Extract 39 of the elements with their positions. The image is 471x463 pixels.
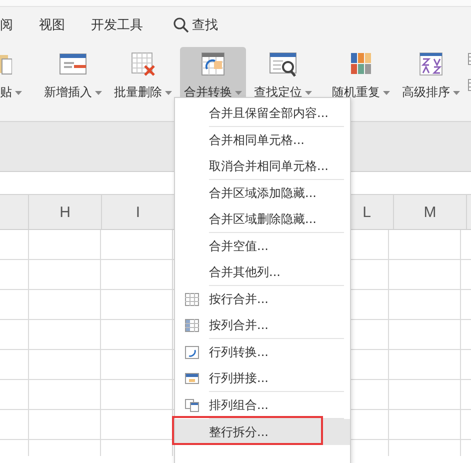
menu-item[interactable]: 按行合并... (175, 286, 350, 312)
merge-table-icon (200, 51, 226, 77)
column-header: M (394, 195, 467, 229)
ribbon-button[interactable]: 新增插入 (40, 47, 106, 105)
transpose-icon (185, 346, 199, 358)
menu-item[interactable]: 行列转换... (175, 339, 350, 365)
caret-icon (235, 90, 242, 94)
ribbon-button[interactable]: 贴 (0, 47, 26, 105)
table-rows-icon (185, 292, 199, 306)
join-rows-icon (185, 372, 199, 384)
search-button[interactable]: 查找 (173, 16, 218, 34)
search-icon (173, 17, 189, 33)
color-blocks-icon (349, 51, 373, 77)
caret-icon (305, 90, 312, 94)
ribbon-tab[interactable]: 开发工具 (91, 16, 143, 34)
caret-icon (95, 90, 102, 94)
ribbon-tab[interactable]: 阅 (0, 16, 13, 34)
table-search-icon (269, 51, 297, 77)
ribbon-button[interactable]: 高级排序 (398, 47, 464, 105)
caret-icon (165, 90, 172, 94)
form-icon (59, 51, 87, 77)
menu-item[interactable]: 合并其他列... (175, 259, 350, 285)
caret-icon (383, 90, 390, 94)
menu-item[interactable]: 合并空值... (175, 233, 350, 259)
menu-item[interactable]: 整行拆分... (175, 419, 350, 445)
ribbon-button[interactable]: 批量删除 (110, 47, 176, 105)
ribbon-tab[interactable]: 视图 (39, 16, 65, 34)
sort-icon (419, 51, 443, 77)
table-columns-icon (185, 318, 199, 332)
menu-item[interactable]: 合并相同单元格... (175, 127, 350, 153)
table-delete-icon (130, 51, 156, 77)
column-header: H (29, 195, 102, 229)
menu-item[interactable]: 取消合并相同单元格... (175, 153, 350, 179)
menu-item[interactable]: 排列组合... (175, 392, 350, 418)
menu-item[interactable]: 按列合并... (175, 312, 350, 338)
copy-table-icon (185, 398, 199, 412)
menu-item[interactable]: 行列拼接... (175, 365, 350, 391)
caret-icon (453, 90, 460, 94)
caret-icon (15, 90, 22, 94)
